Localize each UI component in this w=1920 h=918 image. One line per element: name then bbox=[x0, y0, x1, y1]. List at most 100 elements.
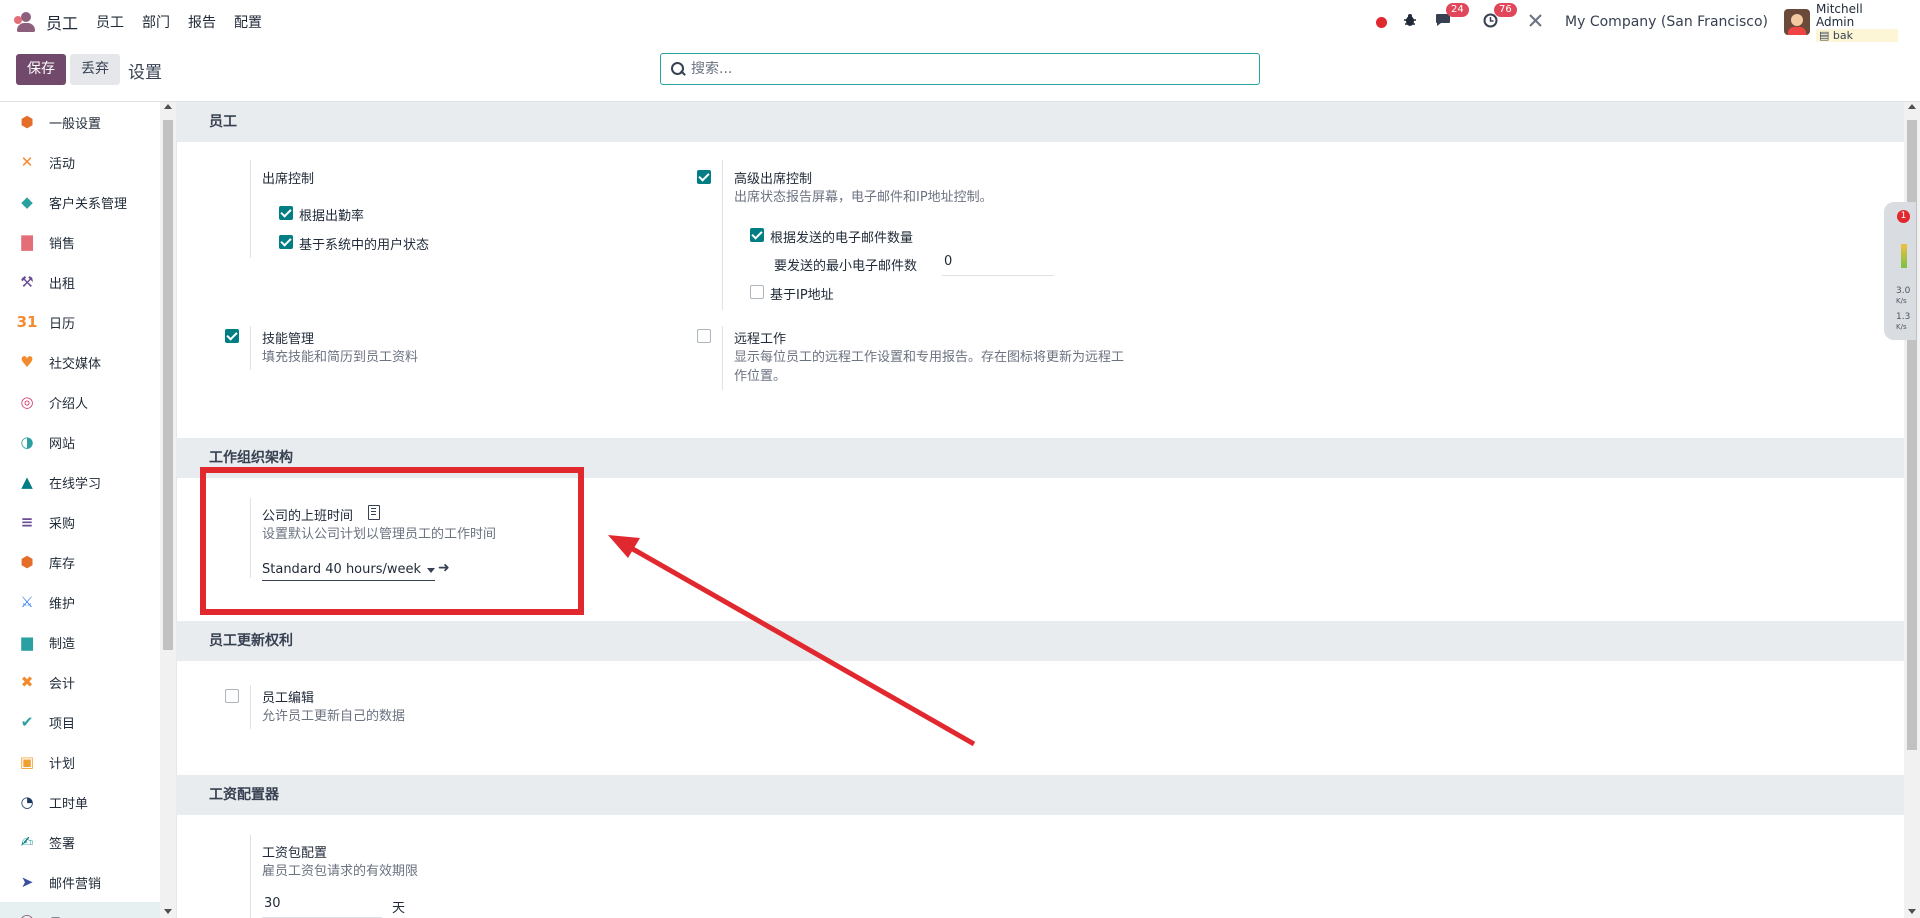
sidebar-item-elearning[interactable]: ▲ 在线学习 bbox=[0, 462, 176, 502]
sidebar-item-label: 出租 bbox=[49, 276, 76, 292]
website-icon: ◑ bbox=[20, 433, 34, 451]
skills-management-checkbox[interactable] bbox=[225, 329, 239, 343]
sidebar-item-label: 销售 bbox=[49, 236, 76, 252]
search-box[interactable] bbox=[660, 53, 1260, 85]
social-icon: ♥ bbox=[20, 353, 34, 371]
email-count-checkbox[interactable] bbox=[750, 228, 764, 242]
sidebar-item-label: 在线学习 bbox=[49, 476, 102, 492]
menu-employees[interactable]: 员工 bbox=[96, 12, 124, 32]
sidebar-item-rental[interactable]: ⚒ 出租 bbox=[0, 262, 176, 302]
section-payroll-header: 工资配置器 bbox=[176, 775, 1904, 815]
maintenance-icon: ⚔ bbox=[20, 593, 34, 611]
debug-tools-icon[interactable] bbox=[1528, 13, 1543, 32]
sidebar-item-website[interactable]: ◑ 网站 bbox=[0, 422, 176, 462]
sidebar-item-label: 网站 bbox=[49, 436, 76, 452]
project-icon: ✔ bbox=[20, 713, 34, 731]
messages-icon[interactable]: 24 bbox=[1435, 3, 1469, 31]
database-label: ▤ bak bbox=[1816, 28, 1898, 42]
sidebar-scrollbar[interactable] bbox=[160, 102, 176, 918]
messages-badge: 24 bbox=[1446, 3, 1469, 17]
sidebar-item-label: 客户关系管理 bbox=[49, 196, 128, 212]
scroll-up-icon[interactable] bbox=[164, 104, 172, 109]
planning-icon: ▣ bbox=[19, 753, 35, 771]
user-menu[interactable]: Mitchell Admin ▤ bak bbox=[1816, 1, 1898, 42]
annotation-highlight-box bbox=[200, 467, 584, 615]
skills-management-title: 技能管理 bbox=[262, 332, 315, 347]
save-button[interactable]: 保存 bbox=[16, 54, 66, 85]
sidebar-item-label: 库存 bbox=[49, 556, 76, 572]
widget-badge: 1 bbox=[1897, 210, 1910, 223]
sidebar-item-calendar[interactable]: 31 日历 bbox=[0, 302, 176, 342]
search-icon bbox=[671, 62, 685, 76]
sidebar-item-label: 项目 bbox=[49, 716, 76, 732]
attendance-by-presence-checkbox[interactable] bbox=[279, 206, 293, 220]
widget-level-bar bbox=[1901, 244, 1907, 268]
user-name: Mitchell Admin bbox=[1816, 1, 1863, 29]
sidebar-item-crm[interactable]: ◆ 客户关系管理 bbox=[0, 182, 176, 222]
company-switcher[interactable]: My Company (San Francisco) bbox=[1565, 14, 1768, 30]
discard-button[interactable]: 丢弃 bbox=[70, 54, 120, 85]
sidebar-item-project[interactable]: ✔ 项目 bbox=[0, 702, 176, 742]
sidebar-item-accounting[interactable]: ✖ 会计 bbox=[0, 662, 176, 702]
upload-speed: 3.0 bbox=[1896, 286, 1911, 296]
attendance-by-presence-label: 根据出勤率 bbox=[299, 209, 365, 224]
sidebar-item-label: 计划 bbox=[49, 756, 76, 772]
sidebar-item-planning[interactable]: ▣ 计划 bbox=[0, 742, 176, 782]
database-icon: ▤ bbox=[1819, 28, 1830, 42]
activity-icon: ✕ bbox=[20, 153, 34, 171]
sidebar-item-social[interactable]: ♥ 社交媒体 bbox=[0, 342, 176, 382]
employee-edit-checkbox[interactable] bbox=[225, 689, 239, 703]
menu-departments[interactable]: 部门 bbox=[142, 12, 170, 32]
sidebar-item-purchase[interactable]: ≡ 采购 bbox=[0, 502, 176, 542]
scroll-down-icon[interactable] bbox=[164, 909, 172, 914]
sidebar-item-activity[interactable]: ✕ 活动 bbox=[0, 142, 176, 182]
advanced-attendance-desc: 出席状态报告屏幕，电子邮件和IP地址控制。 bbox=[734, 190, 993, 205]
advanced-attendance-checkbox[interactable] bbox=[697, 170, 711, 184]
employee-edit-title: 员工编辑 bbox=[262, 691, 315, 706]
sidebar-item-sign[interactable]: ✍ 签署 bbox=[0, 822, 176, 862]
bug-icon[interactable] bbox=[1403, 13, 1417, 31]
sidebar-scroll-thumb[interactable] bbox=[163, 120, 173, 650]
sidebar-item-label: 会计 bbox=[49, 676, 76, 692]
min-emails-input[interactable]: 0 bbox=[942, 254, 1054, 276]
salary-package-validity-input[interactable]: 30 bbox=[262, 896, 382, 918]
recording-icon[interactable] bbox=[1376, 16, 1388, 28]
elearning-icon: ▲ bbox=[21, 473, 33, 491]
settings-sidebar: ⬢ 一般设置 ✕ 活动 ◆ 客户关系管理 ▇ 销售 ⚒ 出租 31 日历 ♥ 社交媒体 ◎ 介绍人 ◑ 网站 ▲ 在线… bbox=[0, 102, 176, 918]
sidebar-item-label: 签署 bbox=[49, 836, 76, 852]
sidebar-item-label: 员工 bbox=[49, 913, 75, 918]
sidebar-item-email-marketing[interactable]: ➤ 邮件营销 bbox=[0, 862, 176, 902]
salary-package-title: 工资包配置 bbox=[262, 846, 328, 861]
network-speed-widget[interactable]: 1 3.0 K/s 1.3 K/s bbox=[1884, 202, 1916, 340]
email-count-label: 根据发送的电子邮件数量 bbox=[770, 231, 914, 246]
menu-configuration[interactable]: 配置 bbox=[234, 12, 262, 32]
attendance-by-user-status-label: 基于系统中的用户状态 bbox=[299, 238, 430, 253]
ip-address-label: 基于IP地址 bbox=[770, 288, 834, 303]
sidebar-item-settings[interactable]: ⬢ 一般设置 bbox=[0, 102, 176, 142]
sidebar-item-timesheet[interactable]: ◔ 工时单 bbox=[0, 782, 176, 822]
sidebar-item-manufacturing[interactable]: ▆ 制造 bbox=[0, 622, 176, 662]
activities-icon[interactable]: 76 bbox=[1483, 2, 1517, 32]
remote-work-title: 远程工作 bbox=[734, 332, 787, 347]
search-input[interactable] bbox=[691, 61, 1251, 77]
sidebar-item-employees[interactable]: ☺ 员工 bbox=[0, 902, 176, 918]
salary-package-unit: 天 bbox=[392, 901, 406, 916]
sidebar-item-sales[interactable]: ▇ 销售 bbox=[0, 222, 176, 262]
main-scroll-down-icon[interactable] bbox=[1908, 909, 1916, 914]
menu-reports[interactable]: 报告 bbox=[188, 12, 216, 32]
inventory-icon: ⬢ bbox=[20, 553, 34, 571]
timesheet-icon: ◔ bbox=[20, 793, 34, 811]
attendance-by-user-status-checkbox[interactable] bbox=[279, 235, 293, 249]
remote-work-desc: 显示每位员工的远程工作设置和专用报告。存在图标将更新为远程工作位置。 bbox=[734, 350, 1125, 384]
sidebar-item-maintenance[interactable]: ⚔ 维护 bbox=[0, 582, 176, 622]
ip-address-checkbox[interactable] bbox=[750, 285, 764, 299]
sidebar-item-referral[interactable]: ◎ 介绍人 bbox=[0, 382, 176, 422]
app-brand[interactable]: 员工 bbox=[14, 10, 96, 34]
sidebar-item-label: 日历 bbox=[49, 316, 76, 332]
min-emails-label: 要发送的最小电子邮件数 bbox=[774, 259, 918, 274]
sidebar-item-label: 工时单 bbox=[49, 796, 89, 812]
main-scroll-up-icon[interactable] bbox=[1908, 104, 1916, 109]
user-avatar[interactable] bbox=[1784, 9, 1810, 35]
sidebar-item-inventory[interactable]: ⬢ 库存 bbox=[0, 542, 176, 582]
remote-work-checkbox[interactable] bbox=[697, 329, 711, 343]
